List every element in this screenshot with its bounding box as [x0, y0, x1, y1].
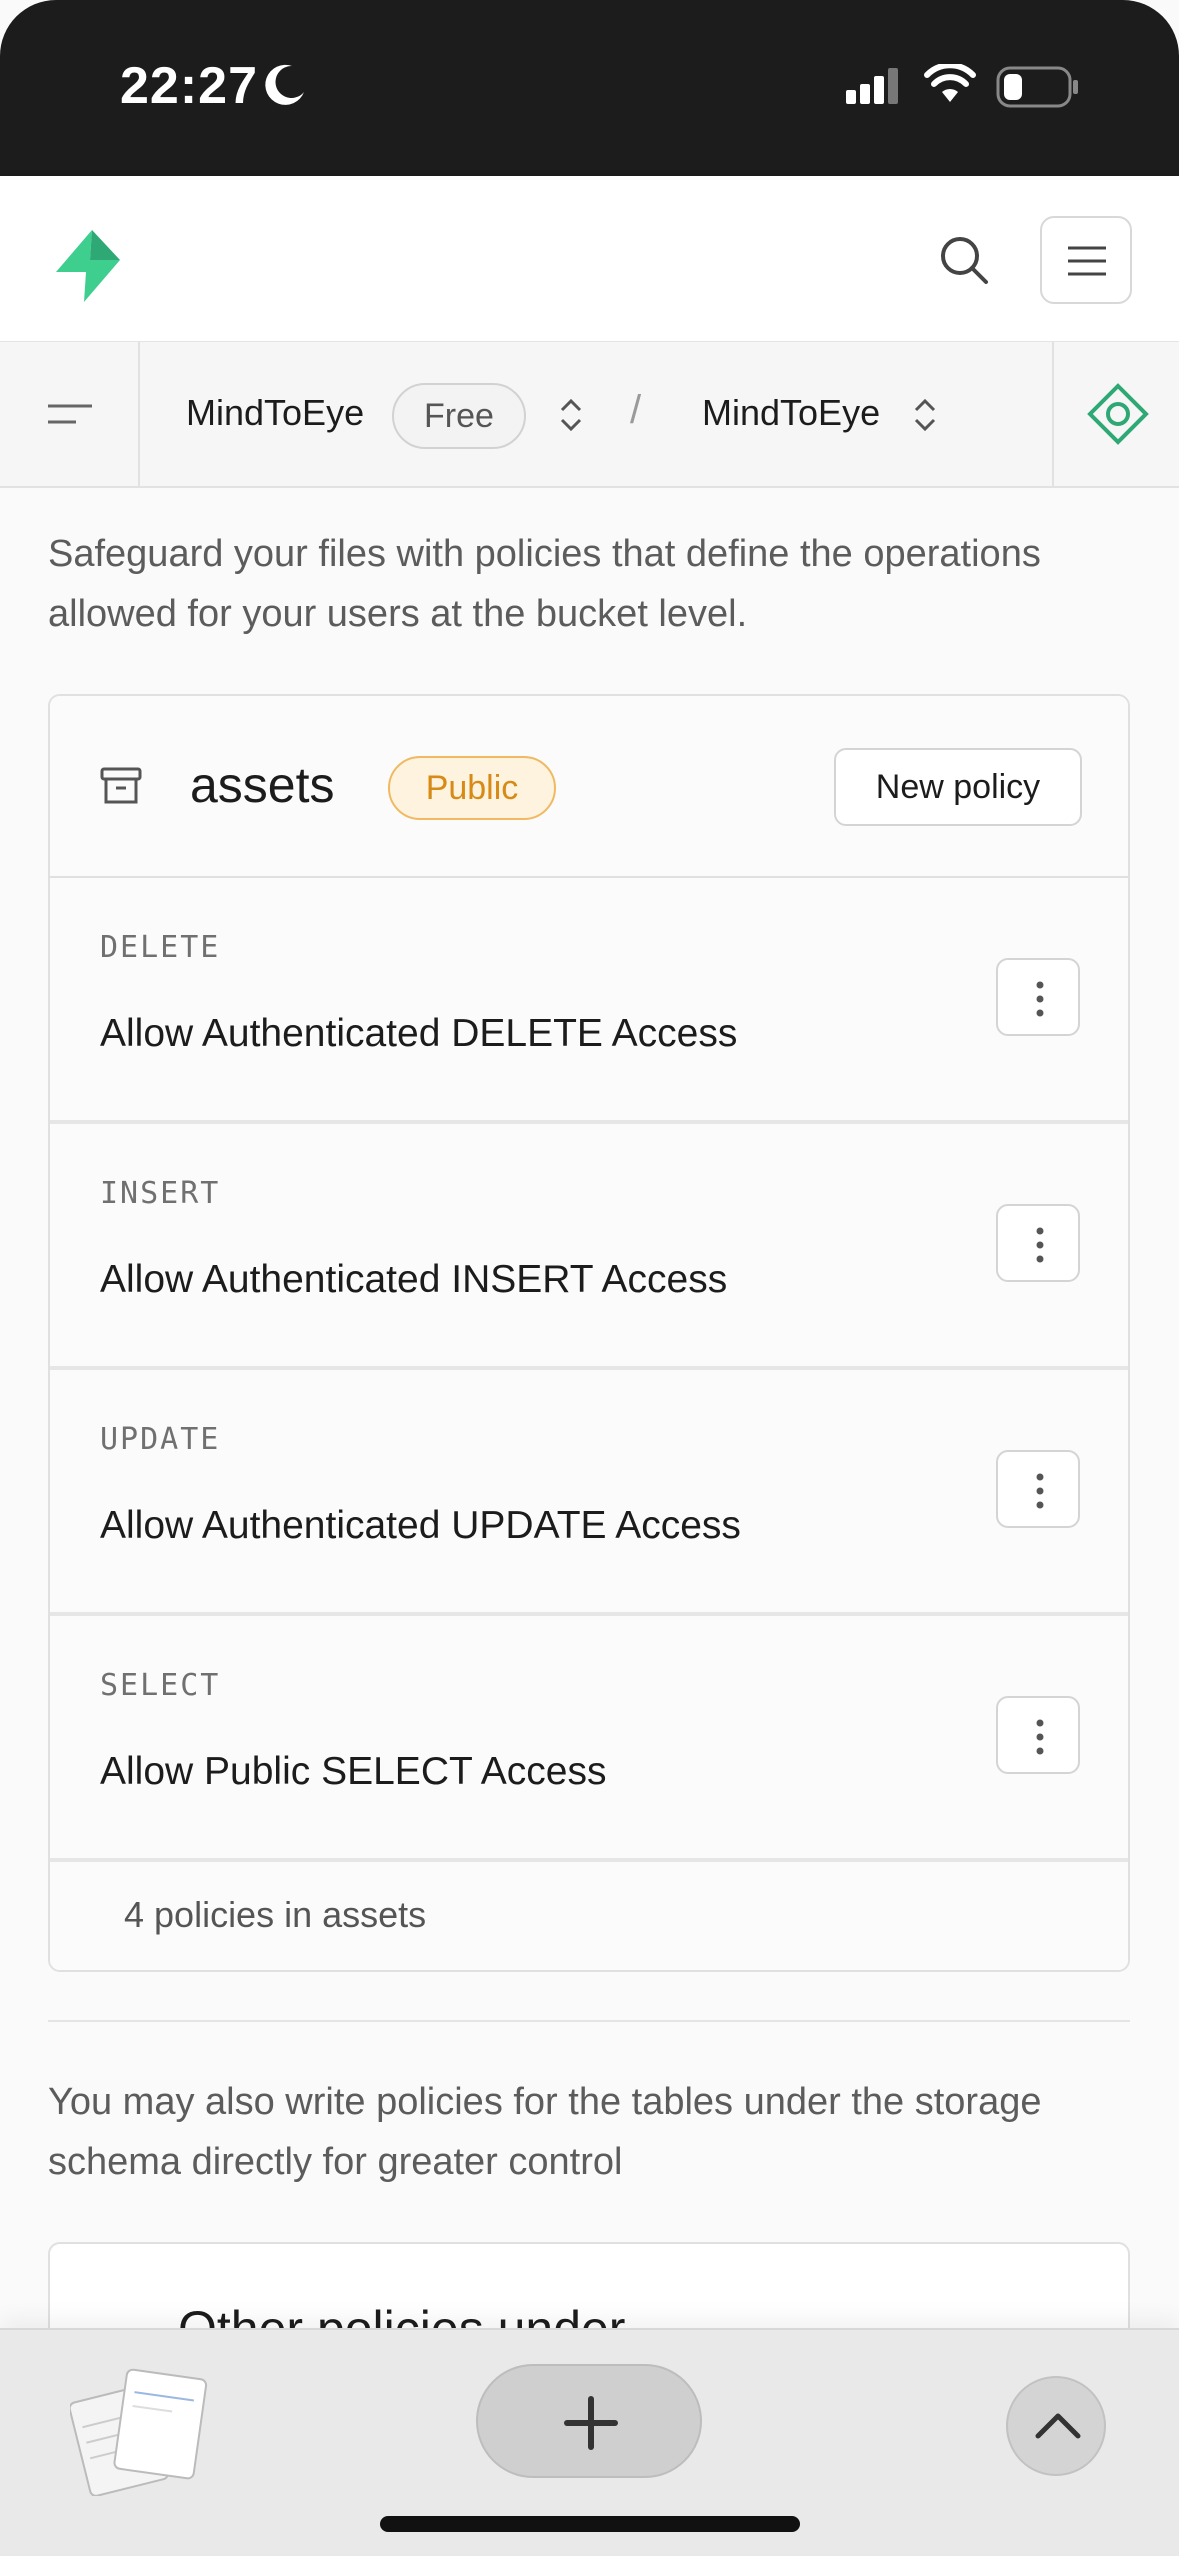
- battery-icon: [996, 66, 1078, 108]
- breadcrumb-org[interactable]: MindToEye: [186, 392, 364, 434]
- chevron-updown-icon[interactable]: [556, 394, 586, 436]
- more-vertical-icon: [1036, 1719, 1044, 1755]
- policy-operation: UPDATE: [100, 1422, 221, 1457]
- wifi-icon: [924, 64, 976, 102]
- policy-name: Allow Authenticated INSERT Access: [100, 1258, 728, 1301]
- search-icon[interactable]: [936, 232, 992, 288]
- bucket-archive-icon: [100, 767, 142, 804]
- chevron-up-icon: [1035, 2413, 1081, 2439]
- policy-name: Allow Public SELECT Access: [100, 1750, 607, 1793]
- policy-name: Allow Authenticated UPDATE Access: [100, 1504, 741, 1547]
- policy-actions-button[interactable]: [996, 1204, 1080, 1282]
- more-vertical-icon: [1036, 1227, 1044, 1263]
- bucket-header: assets Public New policy: [50, 696, 1128, 878]
- new-tab-button[interactable]: [476, 2364, 702, 2478]
- policies-count: 4 policies in assets: [124, 1894, 427, 1935]
- sidebar-toggle-icon: [48, 404, 92, 424]
- expand-toolbar-button[interactable]: [1006, 2376, 1106, 2476]
- breadcrumb-separator: /: [630, 388, 642, 432]
- policy-name: Allow Authenticated DELETE Access: [100, 1012, 738, 1055]
- public-badge: Public: [388, 756, 556, 820]
- policy-operation: SELECT: [100, 1668, 221, 1703]
- sidebar-toggle-button[interactable]: [0, 342, 140, 488]
- menu-icon: [1068, 246, 1106, 276]
- policy-actions-button[interactable]: [996, 1450, 1080, 1528]
- breadcrumb-project[interactable]: MindToEye: [702, 392, 880, 434]
- breadcrumb: MindToEye Free / MindToEye: [0, 342, 1179, 488]
- more-vertical-icon: [1036, 981, 1044, 1017]
- signal-icon: [846, 68, 898, 104]
- policy-row[interactable]: UPDATE Allow Authenticated UPDATE Access: [50, 1370, 1128, 1616]
- status-time: 22:27: [120, 57, 258, 115]
- policy-actions-button[interactable]: [996, 958, 1080, 1036]
- connect-icon: [1087, 383, 1149, 445]
- chevron-updown-icon[interactable]: [910, 394, 940, 436]
- menu-button[interactable]: [1040, 216, 1132, 304]
- home-indicator: [380, 2516, 800, 2532]
- policy-operation: DELETE: [100, 930, 221, 965]
- bucket-policies-card: assets Public New policy DELETE Allow Au…: [48, 694, 1130, 1972]
- plus-icon: [564, 2396, 618, 2450]
- new-policy-button[interactable]: New policy: [834, 748, 1082, 826]
- app-header: [0, 176, 1179, 342]
- bucket-name: assets: [190, 757, 335, 813]
- supabase-logo[interactable]: [48, 226, 128, 306]
- policy-row[interactable]: INSERT Allow Authenticated INSERT Access: [50, 1124, 1128, 1370]
- divider: [48, 2020, 1130, 2022]
- policies-count-footer: 4 policies in assets: [50, 1862, 1128, 1970]
- more-vertical-icon: [1036, 1473, 1044, 1509]
- policies-description: Safeguard your files with policies that …: [48, 533, 1041, 635]
- policy-operation: INSERT: [100, 1176, 221, 1211]
- policy-row[interactable]: DELETE Allow Authenticated DELETE Access: [50, 878, 1128, 1124]
- tabs-overview-icon[interactable]: [70, 2366, 210, 2496]
- connect-button[interactable]: [1052, 342, 1179, 488]
- policy-actions-button[interactable]: [996, 1696, 1080, 1774]
- plan-badge: Free: [392, 383, 526, 449]
- storage-schema-description: You may also write policies for the tabl…: [48, 2081, 1042, 2183]
- moon-icon: [265, 64, 304, 105]
- policy-row[interactable]: SELECT Allow Public SELECT Access: [50, 1616, 1128, 1862]
- status-bar: 22:27: [0, 0, 1179, 176]
